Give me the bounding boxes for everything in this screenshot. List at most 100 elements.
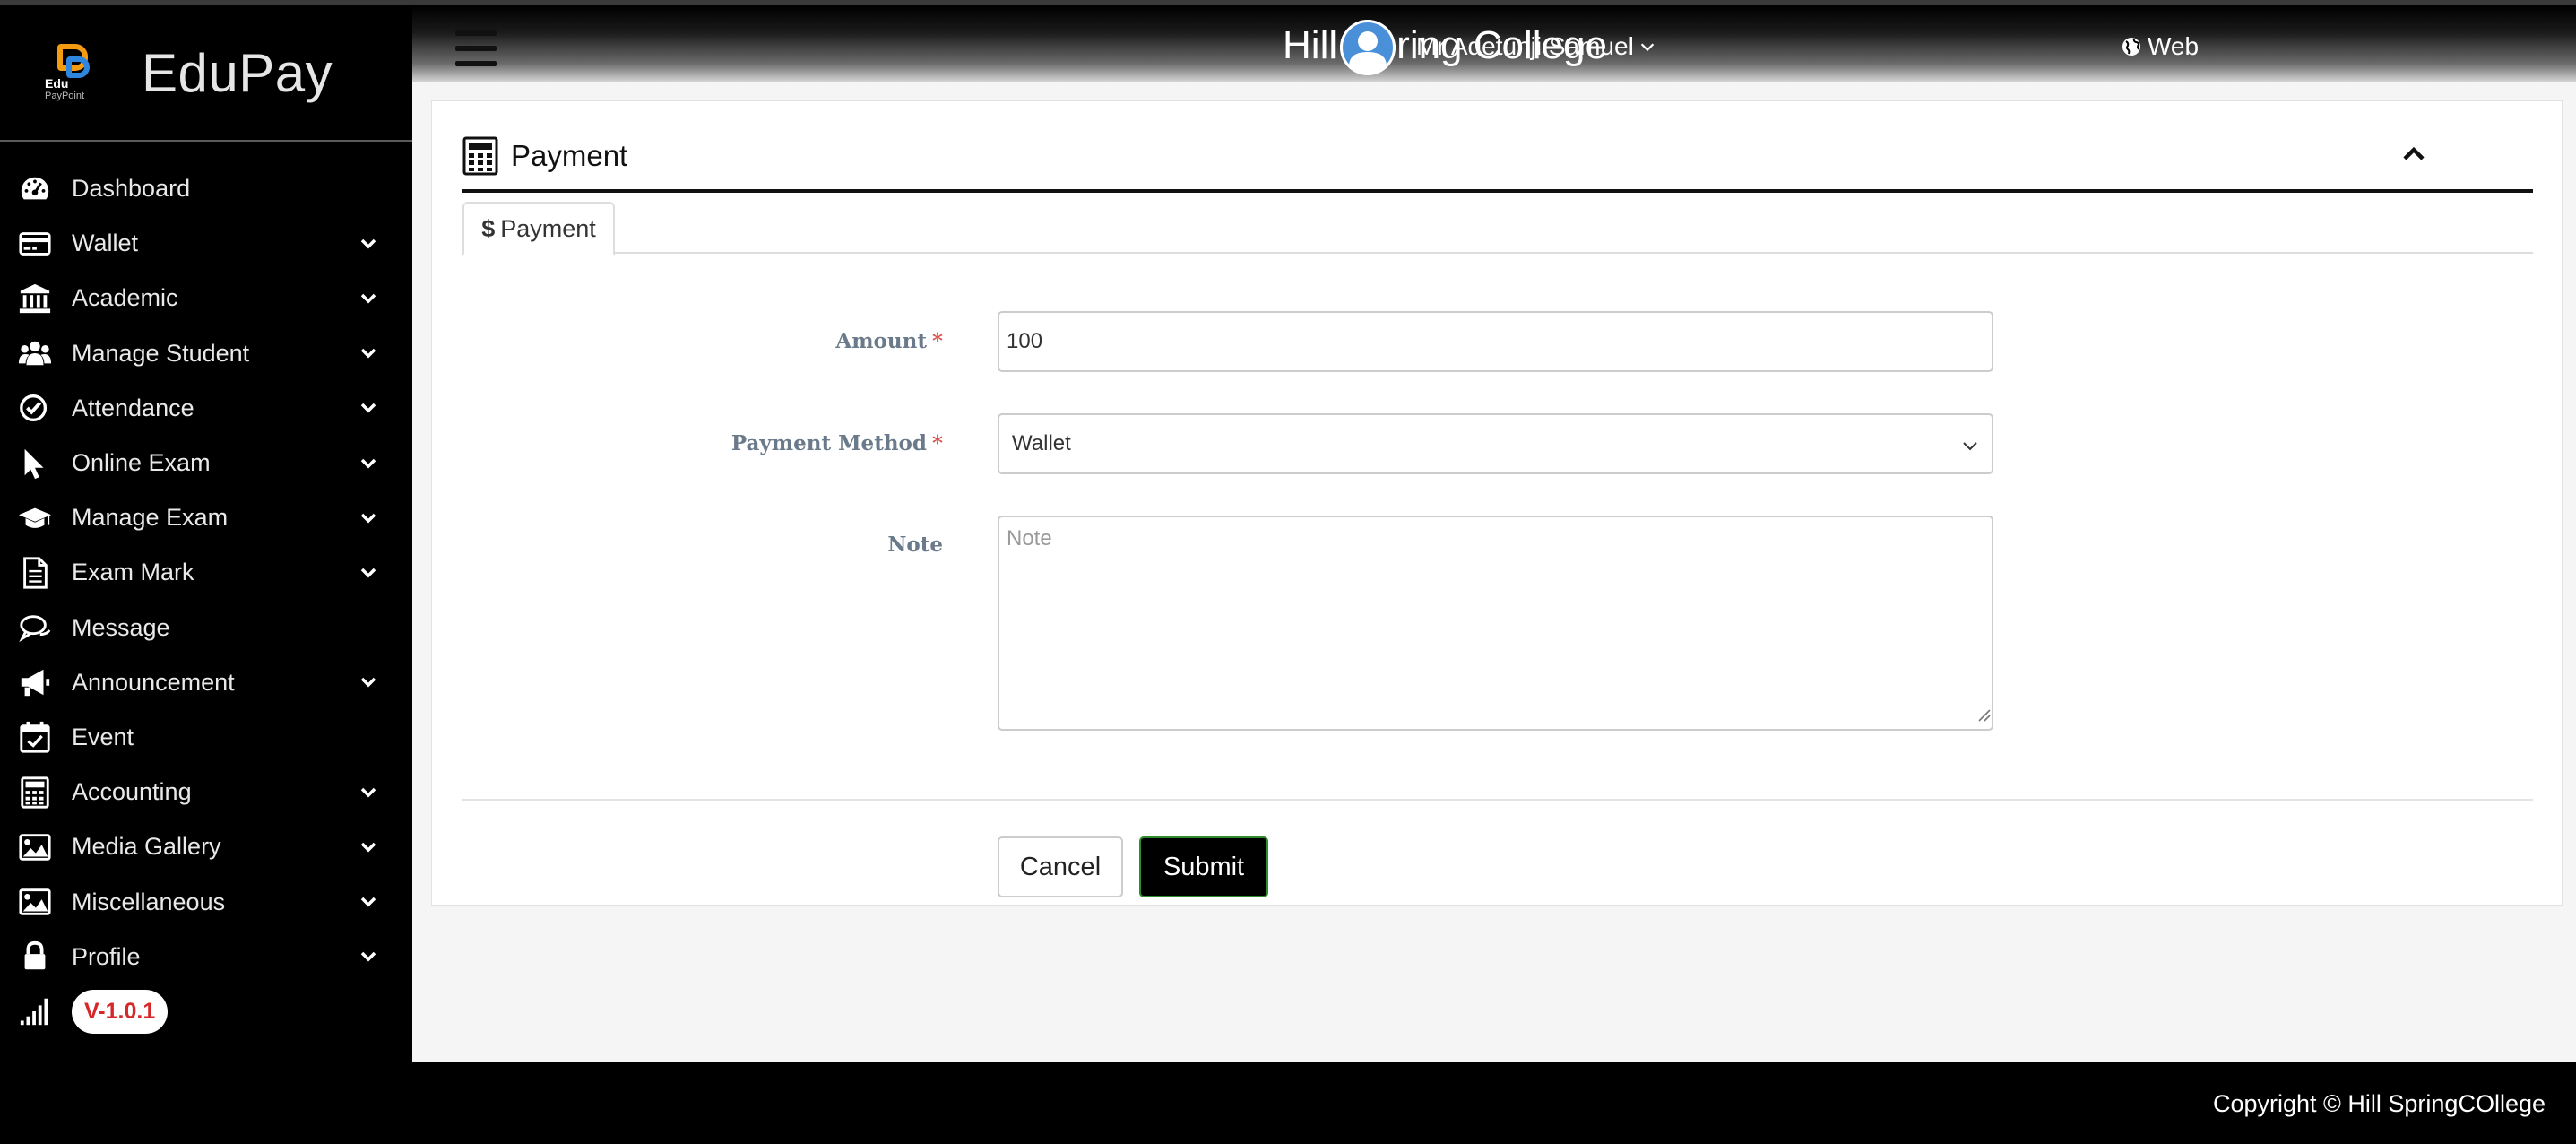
signal-icon [16,993,54,1029]
brand[interactable]: Edu PayPoint EduPay [0,5,412,142]
chevron-down-icon [1640,43,1655,52]
cursor-icon [16,446,54,481]
sidebar-item-attendance[interactable]: Attendance [0,381,412,436]
payment-method-value: Wallet [1012,431,1071,455]
calculator-icon [462,136,498,176]
sidebar-item-announcement[interactable]: Announcement [0,655,412,710]
chevron-down-icon [357,287,380,310]
sidebar-item-manage-student[interactable]: Manage Student [0,326,412,381]
chevron-down-icon [357,232,380,256]
tab-payment-label: Payment [500,214,596,242]
sidebar-item-label: Message [72,613,170,641]
required-mark: * [931,329,943,353]
bank-icon [16,281,54,316]
calendar-check-icon [16,719,54,755]
chevron-down-icon [357,561,380,585]
chat-icon [16,610,54,646]
sidebar-item-academic[interactable]: Academic [0,271,412,325]
amount-label: Amount * [835,329,943,353]
sidebar-item-miscellaneous[interactable]: Miscellaneous [0,874,412,929]
sidebar-item-label: Wallet [72,230,139,257]
sidebar-item-online-exam[interactable]: Online Exam [0,436,412,490]
sidebar-item-accounting[interactable]: Accounting [0,765,412,819]
amount-input[interactable] [998,311,1993,372]
tab-bar: $ Payment [462,202,2533,256]
user-menu[interactable]: Mr Adetunji Samuel [1416,32,1657,61]
image-icon [16,884,54,920]
chevron-down-icon [357,890,380,914]
payment-method-label: Payment Method * [731,431,943,455]
sidebar-item-label: Media Gallery [72,833,221,861]
chevron-up-icon [2403,146,2425,160]
sidebar-item-label: Miscellaneous [72,888,226,915]
amount-label-text: Amount [835,329,927,353]
required-mark: * [931,431,943,455]
sidebar-item-event[interactable]: Event [0,710,412,765]
chevron-down-icon [357,671,380,694]
web-link[interactable]: Web [2121,32,2199,61]
credit-card-icon [16,226,54,262]
version-row: V-1.0.1 [0,984,412,1039]
edupay-logo: Edu PayPoint [45,40,102,105]
sidebar-item-dashboard[interactable]: Dashboard [0,161,412,216]
image-icon [16,829,54,865]
sidebar-item-label: Attendance [72,394,194,421]
note-label: Note [887,533,943,557]
sidebar-item-label: Manage Exam [72,504,229,532]
sidebar-item-label: Announcement [72,668,235,696]
sidebar-menu: Dashboard Wallet Academic Manage Student [0,142,412,1039]
form-divider [462,799,2533,801]
brand-name: EduPay [142,42,333,103]
chevron-down-icon [357,396,380,420]
users-icon [16,335,54,371]
sidebar-item-manage-exam[interactable]: Manage Exam [0,490,412,545]
chevron-down-icon [1963,442,1977,451]
copyright-text: Copyright © Hill SpringCOllege [2212,1090,2546,1117]
chevron-down-icon [357,342,380,365]
chevron-down-icon [357,452,380,475]
sidebar-item-media-gallery[interactable]: Media Gallery [0,819,412,874]
calculator-icon [16,775,54,810]
sidebar-item-label: Event [72,723,134,750]
top-bar: Hill Spring College Web Mr Adetunji Samu… [412,0,2576,82]
footer: Copyright © Hill SpringCOllege [412,1062,2576,1144]
lock-icon [16,939,54,975]
sidebar-item-label: Accounting [72,778,192,806]
payment-method-label-text: Payment Method [730,431,927,455]
dollar-icon: $ [481,214,496,242]
submit-button[interactable]: Submit [1139,836,1268,897]
dashboard-icon [16,171,54,207]
sidebar-item-label: Profile [72,942,141,970]
avatar[interactable] [1340,20,1396,75]
chevron-down-icon [357,945,380,968]
chevron-down-icon [357,781,380,804]
sidebar-item-exam-mark[interactable]: Exam Mark [0,545,412,600]
tab-payment[interactable]: $ Payment [462,202,615,256]
sidebar-item-label: Manage Student [72,339,250,367]
version-badge: V-1.0.1 [72,989,169,1034]
cancel-button[interactable]: Cancel [998,836,1123,897]
sidebar-item-label: Dashboard [72,175,191,203]
chevron-down-icon [357,836,380,859]
sidebar-item-wallet[interactable]: Wallet [0,216,412,271]
sidebar-item-profile[interactable]: Profile [0,930,412,984]
megaphone-icon [16,664,54,700]
payment-panel: Payment $ Payment Amount* Payment Method… [431,100,2563,906]
globe-icon [2122,38,2140,56]
collapse-panel-button[interactable] [2400,141,2427,168]
sidebar-item-message[interactable]: Message [0,601,412,655]
note-textarea[interactable] [998,516,1993,731]
web-link-label: Web [2148,32,2200,60]
user-name: Mr Adetunji Samuel [1416,32,1634,60]
note-label-text: Note [887,533,943,557]
panel-header: Payment [462,123,2533,193]
logo-text-paypoint: PayPoint [45,91,85,101]
sidebar-item-label: Online Exam [72,449,211,477]
document-icon [16,555,54,591]
resize-grip-icon[interactable] [1975,706,1992,723]
sidebar-item-label: Academic [72,284,178,312]
sidebar-item-label: Exam Mark [72,559,194,586]
graduation-cap-icon [16,500,54,536]
payment-method-select[interactable]: Wallet [998,413,1993,474]
logo-text-edu: Edu [45,76,69,91]
